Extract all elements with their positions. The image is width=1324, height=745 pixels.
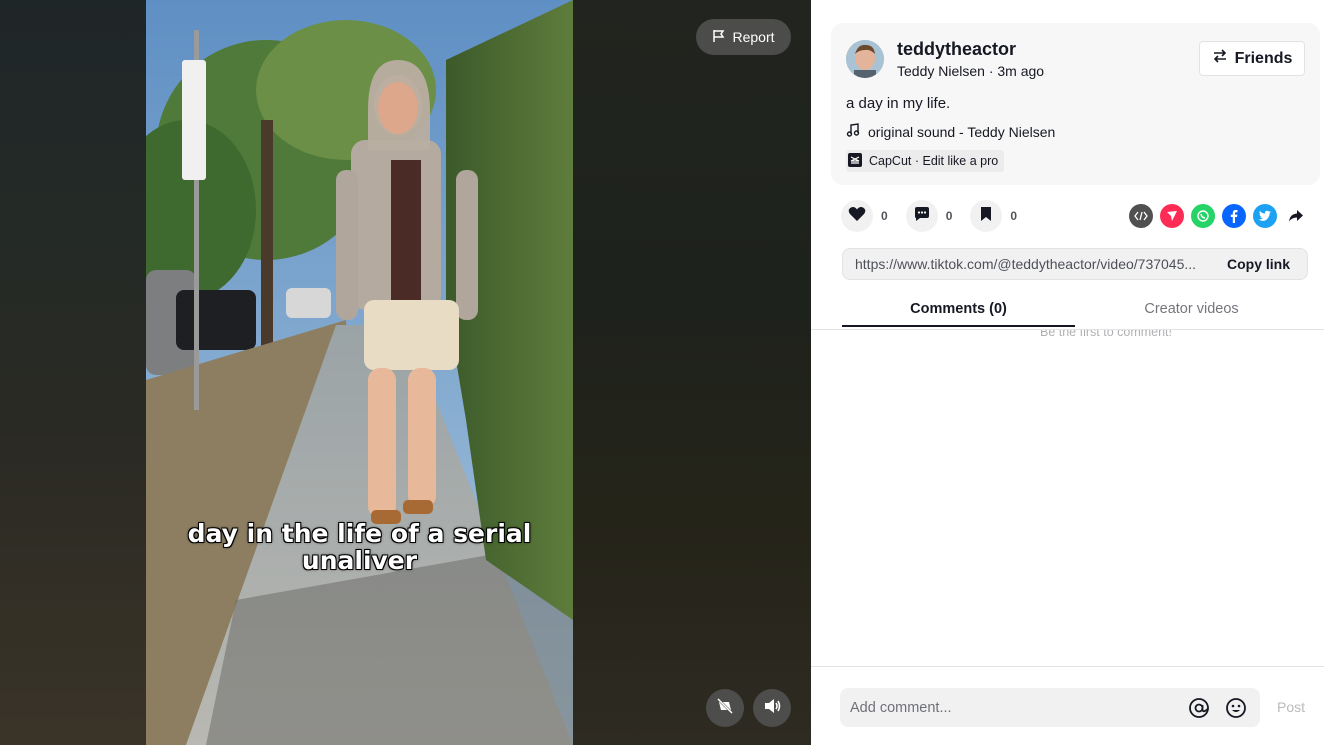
whatsapp-icon[interactable] — [1191, 204, 1215, 228]
swap-arrows-icon — [1212, 49, 1228, 68]
flag-icon — [712, 29, 726, 46]
comment-count: 0 — [945, 209, 953, 223]
post-time: 3m ago — [997, 63, 1045, 79]
blurred-background-right — [572, 0, 811, 745]
empty-comments-note: Be the first to comment! — [1040, 330, 1172, 339]
video-player[interactable]: day in the life of a serial unaliver — [146, 0, 573, 745]
author-username[interactable]: teddytheactor — [897, 39, 1016, 60]
action-bar: 0 0 0 — [841, 199, 1035, 233]
float-player-icon — [715, 696, 735, 721]
facebook-icon[interactable] — [1222, 204, 1246, 228]
mention-icon[interactable] — [1186, 695, 1212, 721]
comment-bubble-icon — [913, 206, 931, 227]
comment-composer — [840, 688, 1260, 727]
embed-icon[interactable] — [1129, 204, 1153, 228]
caption-line-1: day in the life of a serial — [187, 519, 532, 548]
video-caption: day in the life of a serial unaliver — [146, 520, 573, 574]
report-label: Report — [732, 29, 775, 45]
volume-icon — [762, 696, 782, 721]
avatar[interactable] — [846, 40, 884, 78]
author-subline: Teddy Nielsen · 3m ago — [897, 63, 1044, 79]
post-comment-button[interactable]: Post — [1277, 699, 1305, 715]
footer-divider — [811, 666, 1324, 667]
blurred-background-left — [0, 0, 146, 745]
music-note-icon — [846, 123, 860, 140]
volume-button[interactable] — [753, 689, 791, 727]
video-frame — [146, 0, 573, 745]
save-button[interactable]: 0 — [970, 200, 1017, 232]
share-link-box: https://www.tiktok.com/@teddytheactor/vi… — [842, 248, 1308, 280]
emoji-icon[interactable] — [1223, 695, 1249, 721]
tiktok-video-page: day in the life of a serial unaliver Rep… — [0, 0, 1324, 745]
comment-input[interactable] — [840, 699, 1186, 716]
post-description: a day in my life. — [846, 95, 951, 112]
tab-creator-videos[interactable]: Creator videos — [1075, 293, 1308, 327]
capcut-icon — [848, 152, 862, 170]
save-count: 0 — [1010, 209, 1018, 223]
report-button[interactable]: Report — [696, 19, 791, 55]
bookmark-icon — [980, 206, 992, 227]
capcut-anchor[interactable]: CapCut · Edit like a pro — [846, 150, 1005, 172]
caption-line-2: unaliver — [301, 546, 418, 575]
comment-tabs: Comments (0) Creator videos — [842, 293, 1324, 330]
post-info-card: teddytheactor Teddy Nielsen · 3m ago Fri… — [831, 23, 1320, 185]
details-panel: teddytheactor Teddy Nielsen · 3m ago Fri… — [811, 0, 1324, 745]
tab-comments[interactable]: Comments (0) — [842, 293, 1075, 327]
sound-link[interactable]: original sound - Teddy Nielsen — [846, 123, 1055, 140]
capcut-label: CapCut · Edit like a pro — [869, 154, 999, 168]
float-player-button[interactable] — [706, 689, 744, 727]
comments-list: Be the first to comment! — [811, 330, 1324, 342]
video-url[interactable]: https://www.tiktok.com/@teddytheactor/vi… — [843, 256, 1217, 272]
subline-separator: · — [984, 63, 998, 79]
copy-link-button[interactable]: Copy link — [1217, 256, 1307, 272]
video-stage: day in the life of a serial unaliver Rep… — [0, 0, 811, 745]
heart-icon — [848, 206, 866, 227]
twitter-icon[interactable] — [1253, 204, 1277, 228]
send-to-friends-icon[interactable] — [1160, 204, 1184, 228]
friends-button[interactable]: Friends — [1199, 41, 1305, 76]
share-row — [1129, 204, 1308, 228]
friends-label: Friends — [1234, 49, 1293, 67]
sound-label: original sound - Teddy Nielsen — [868, 123, 1056, 140]
share-arrow-icon[interactable] — [1284, 204, 1308, 228]
comment-button[interactable]: 0 — [905, 200, 953, 232]
like-button[interactable]: 0 — [841, 200, 888, 232]
like-count: 0 — [881, 209, 888, 223]
author-display-name[interactable]: Teddy Nielsen — [897, 63, 985, 79]
